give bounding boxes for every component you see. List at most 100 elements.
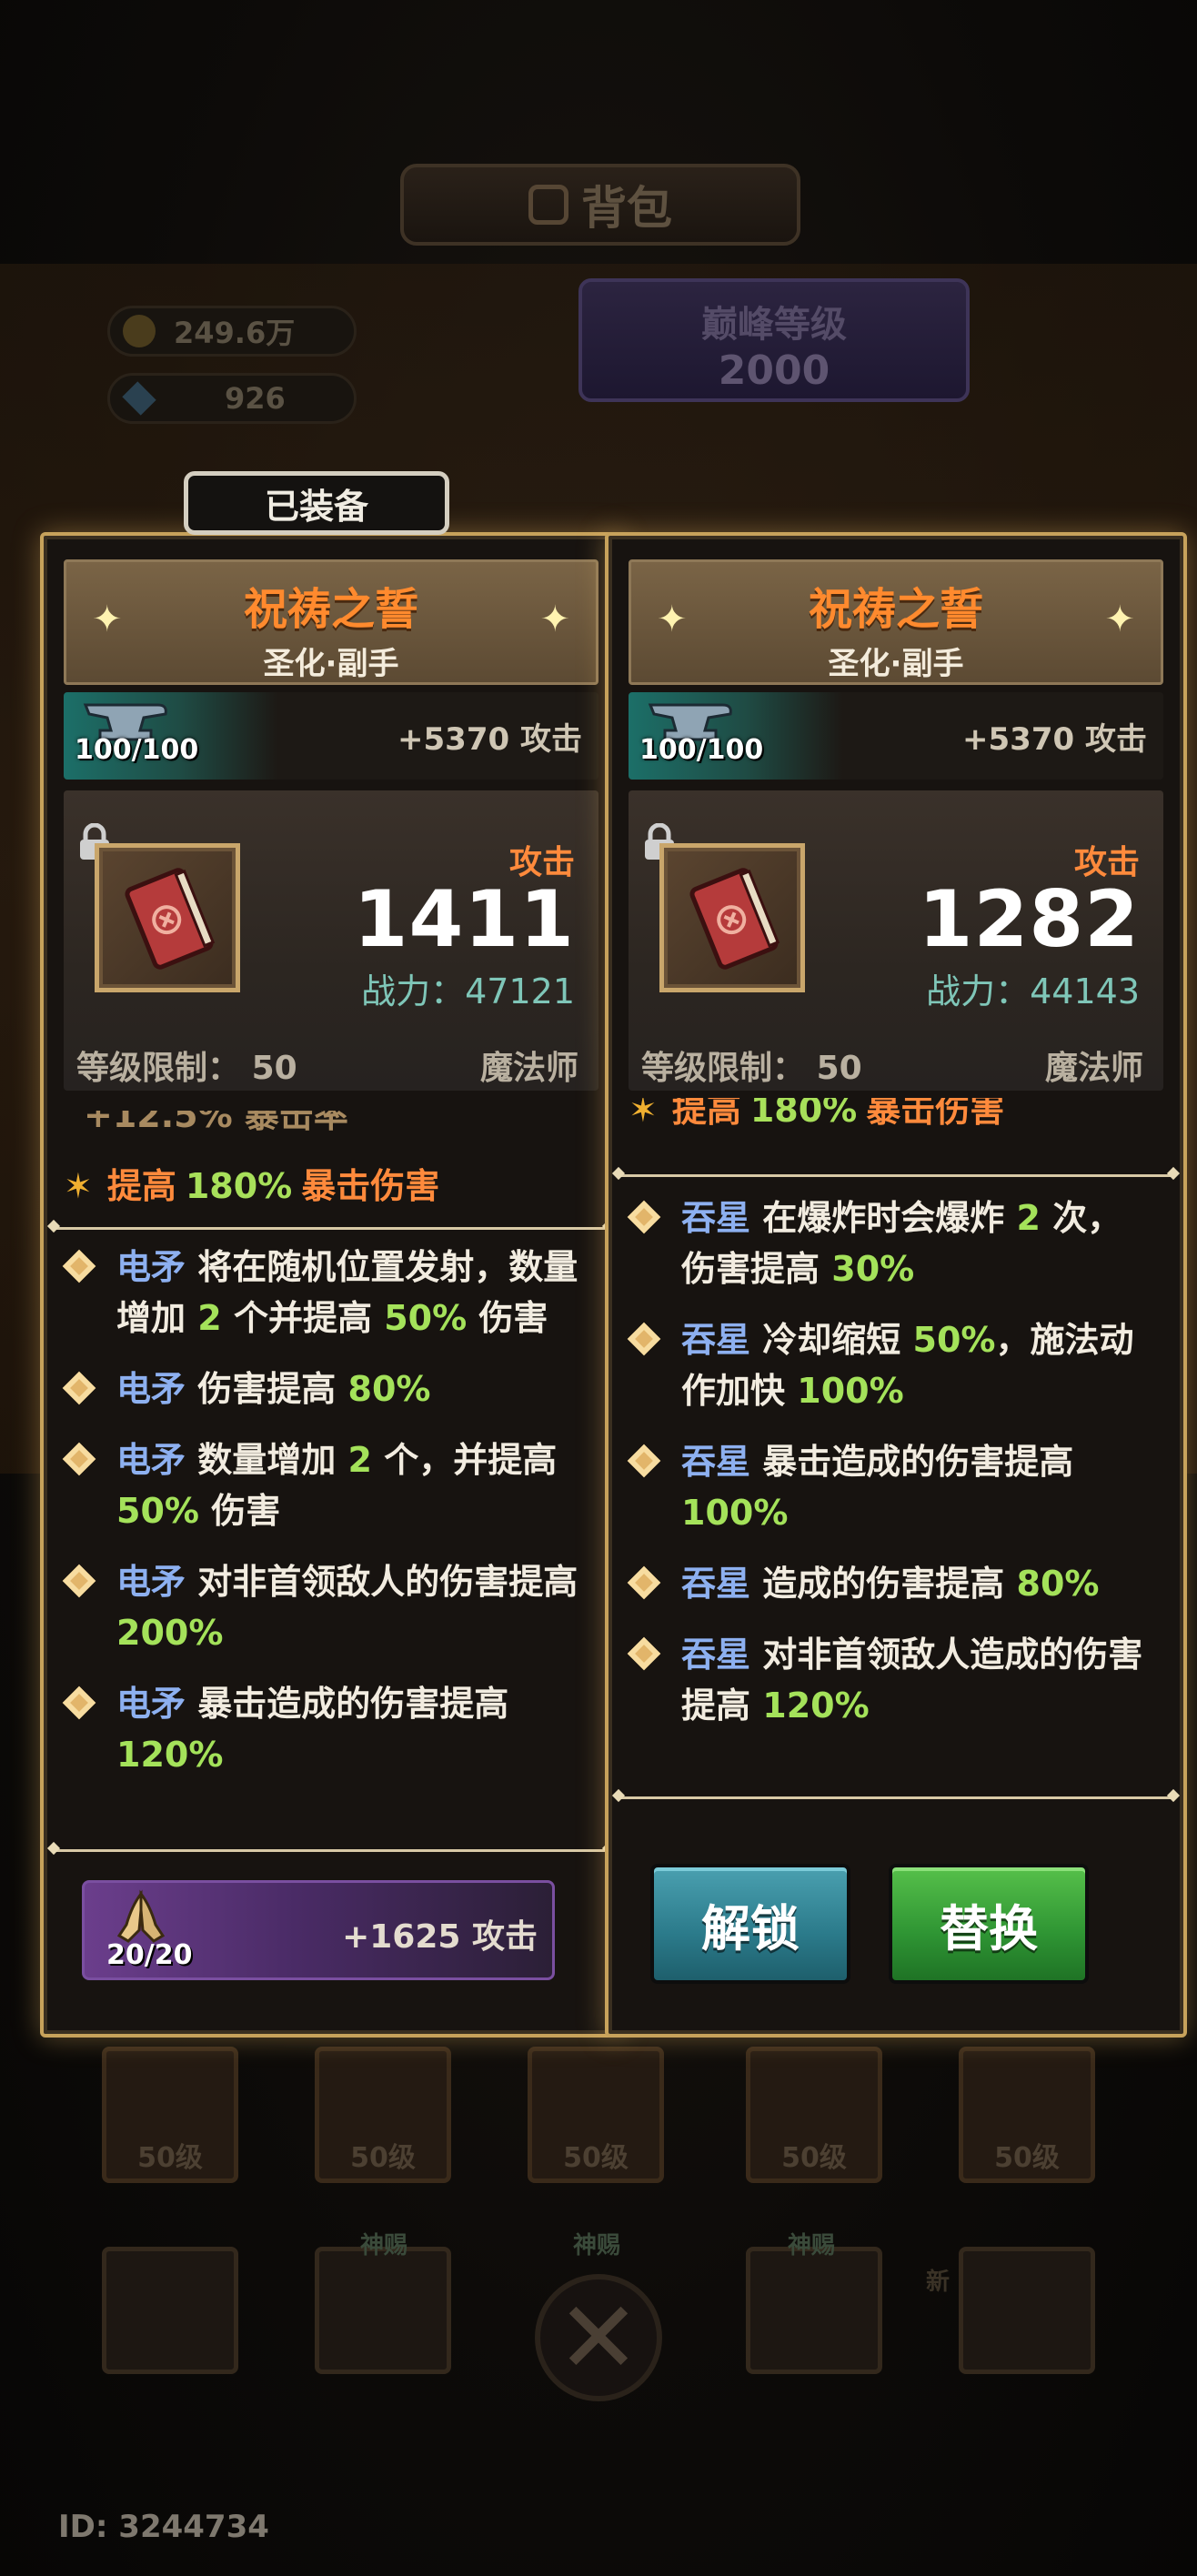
effect-value: 120% [762, 1685, 870, 1726]
effect-value: 80% [1016, 1564, 1100, 1604]
item-icon-frame [95, 843, 240, 992]
effect-item: 电矛 伤害提高 80% [62, 1363, 591, 1414]
forge-bar: 100/100 +5370 攻击 [629, 692, 1163, 780]
effect-value: 120% [116, 1735, 224, 1775]
forge-bonus: +5370 攻击 [397, 721, 582, 758]
divider [616, 1796, 1176, 1799]
effect-keyword: 吞星 [681, 1442, 751, 1482]
scrolled-stat-line: +12.5% 暴击率 [64, 1111, 598, 1138]
inventory-slot[interactable] [746, 2247, 882, 2374]
gold-counter: 249.6万 [107, 306, 357, 357]
crit-damage-boost: ✶ 提高 180% 暴击伤害 [629, 1098, 1004, 1129]
effect-value: 100% [681, 1493, 789, 1533]
power-label: 战力： [926, 971, 1031, 1011]
divider [51, 1227, 611, 1230]
equipped-tag: 已装备 [184, 471, 449, 535]
unlock-button[interactable]: 解锁 [650, 1864, 850, 1984]
item-icon-frame [659, 843, 805, 992]
replace-button[interactable]: 替换 [889, 1864, 1089, 1984]
level-req-value: 50 [251, 1050, 297, 1087]
peak-level-value: 2000 [718, 347, 830, 394]
combat-power: 战力：44143 [926, 963, 1140, 1013]
close-button[interactable]: ✕ [535, 2274, 662, 2401]
boost-prefix: 提高 [671, 1098, 741, 1129]
effect-item: 电矛 将在随机位置发射，数量增加 2 个并提高 50% 伤害 [62, 1242, 591, 1343]
spellbook-icon [689, 868, 780, 970]
effect-item: 吞星 冷却缩短 50%，施法动作加快 100% [627, 1314, 1156, 1416]
slot-level: 50级 [350, 2142, 416, 2174]
star-icon: ✶ [64, 1166, 93, 1206]
crit-damage-boost: ✶ 提高 180% 暴击伤害 [64, 1158, 439, 1208]
level-req-label: 等级限制： [641, 1050, 806, 1087]
item-name: 祝祷之誓 [243, 584, 418, 635]
inventory-slot[interactable]: 50级 [746, 2047, 882, 2183]
forge-bonus: +5370 攻击 [962, 721, 1147, 758]
star-icon: ✶ [629, 1098, 658, 1129]
boost-pct: 180% [749, 1098, 858, 1129]
gold-value: 249.6万 [174, 316, 296, 350]
item-stat-card: 攻击 1282 战力：44143 等级限制： 50 魔法师 [629, 790, 1163, 1091]
item-subtitle: 圣化·副手 [263, 646, 399, 682]
diamond-icon [62, 1249, 96, 1283]
effect-text: 暴击造成的伤害提高 [197, 1684, 509, 1724]
diamond-icon [627, 1444, 661, 1478]
divider [51, 1849, 611, 1852]
effect-value: 2 [197, 1298, 222, 1338]
diamond-icon [627, 1200, 661, 1234]
screen-title: 背包 [581, 182, 672, 235]
item-header: ✦ ✦ 祝祷之誓 圣化·副手 [64, 559, 598, 685]
level-requirement: 等级限制： 50 [641, 1041, 862, 1089]
slot-tag: 神赐 [360, 2232, 408, 2259]
effect-item: 吞星 暴击造成的伤害提高 100% [627, 1436, 1156, 1538]
effect-keyword: 吞星 [681, 1635, 751, 1675]
inventory-slot[interactable] [959, 2247, 1095, 2374]
player-id: ID: 3244734 [58, 2509, 269, 2545]
effect-text: 对非首领敌人造成的伤害提高 [681, 1635, 1143, 1726]
effect-item: 吞星 对非首领敌人造成的伤害提高 120% [627, 1629, 1156, 1731]
effect-value: 100% [797, 1371, 904, 1411]
level-requirement: 等级限制： 50 [76, 1041, 297, 1089]
effect-value: 80% [347, 1369, 431, 1409]
new-tag: 新 [926, 2269, 951, 2296]
diamond-icon [627, 1322, 661, 1356]
inventory-slot[interactable]: 50级 [528, 2047, 664, 2183]
spellbook-icon [125, 868, 216, 970]
effect-text: 伤害 [211, 1491, 281, 1531]
gem-counter: 926 [107, 373, 357, 424]
effect-value: 2 [347, 1440, 372, 1480]
effect-value: 50% [116, 1491, 199, 1531]
effect-text: 伤害 [478, 1298, 548, 1338]
coin-icon [123, 315, 156, 347]
inventory-slot[interactable]: 50级 [959, 2047, 1095, 2183]
effect-list: 电矛 将在随机位置发射，数量增加 2 个并提高 50% 伤害 电矛 伤害提高 8… [62, 1242, 591, 1800]
class-requirement: 魔法师 [479, 1050, 578, 1087]
inventory-slot[interactable] [102, 2247, 238, 2374]
effect-keyword: 电矛 [116, 1562, 186, 1602]
slot-level: 50级 [994, 2142, 1060, 2174]
inventory-slot[interactable] [315, 2247, 451, 2374]
power-value: 44143 [1030, 971, 1140, 1011]
sparkle-icon: ✦ [657, 599, 688, 640]
diamond-icon [627, 1565, 661, 1600]
effect-list: 吞星 在爆炸时会爆炸 2 次，伤害提高 30% 吞星 冷却缩短 50%，施法动作… [627, 1192, 1156, 1751]
inventory-slot[interactable]: 50级 [315, 2047, 451, 2183]
inventory-slot[interactable]: 50级 [102, 2047, 238, 2183]
forge-bar: 100/100 +5370 攻击 [64, 692, 598, 780]
sacred-count: 20/20 [106, 1939, 193, 1971]
effect-keyword: 电矛 [116, 1440, 186, 1480]
effect-item: 吞星 在爆炸时会爆炸 2 次，伤害提高 30% [627, 1192, 1156, 1294]
diamond-icon [62, 1371, 96, 1405]
gem-value: 926 [225, 381, 286, 416]
combat-power: 战力：47121 [361, 963, 575, 1013]
effect-text: 在爆炸时会爆炸 [762, 1198, 1005, 1238]
diamond-icon [62, 1442, 96, 1476]
slot-level: 50级 [781, 2142, 847, 2174]
effect-text: 个并提高 [233, 1298, 372, 1338]
boost-prefix: 提高 [106, 1166, 176, 1206]
slot-tag: 神赐 [573, 2232, 621, 2259]
boost-pct: 180% [185, 1166, 293, 1206]
sacred-bonus: +1625 攻击 [342, 1918, 538, 1956]
backpack-icon [528, 185, 568, 225]
item-name: 祝祷之誓 [808, 584, 983, 635]
level-req-value: 50 [816, 1050, 862, 1087]
